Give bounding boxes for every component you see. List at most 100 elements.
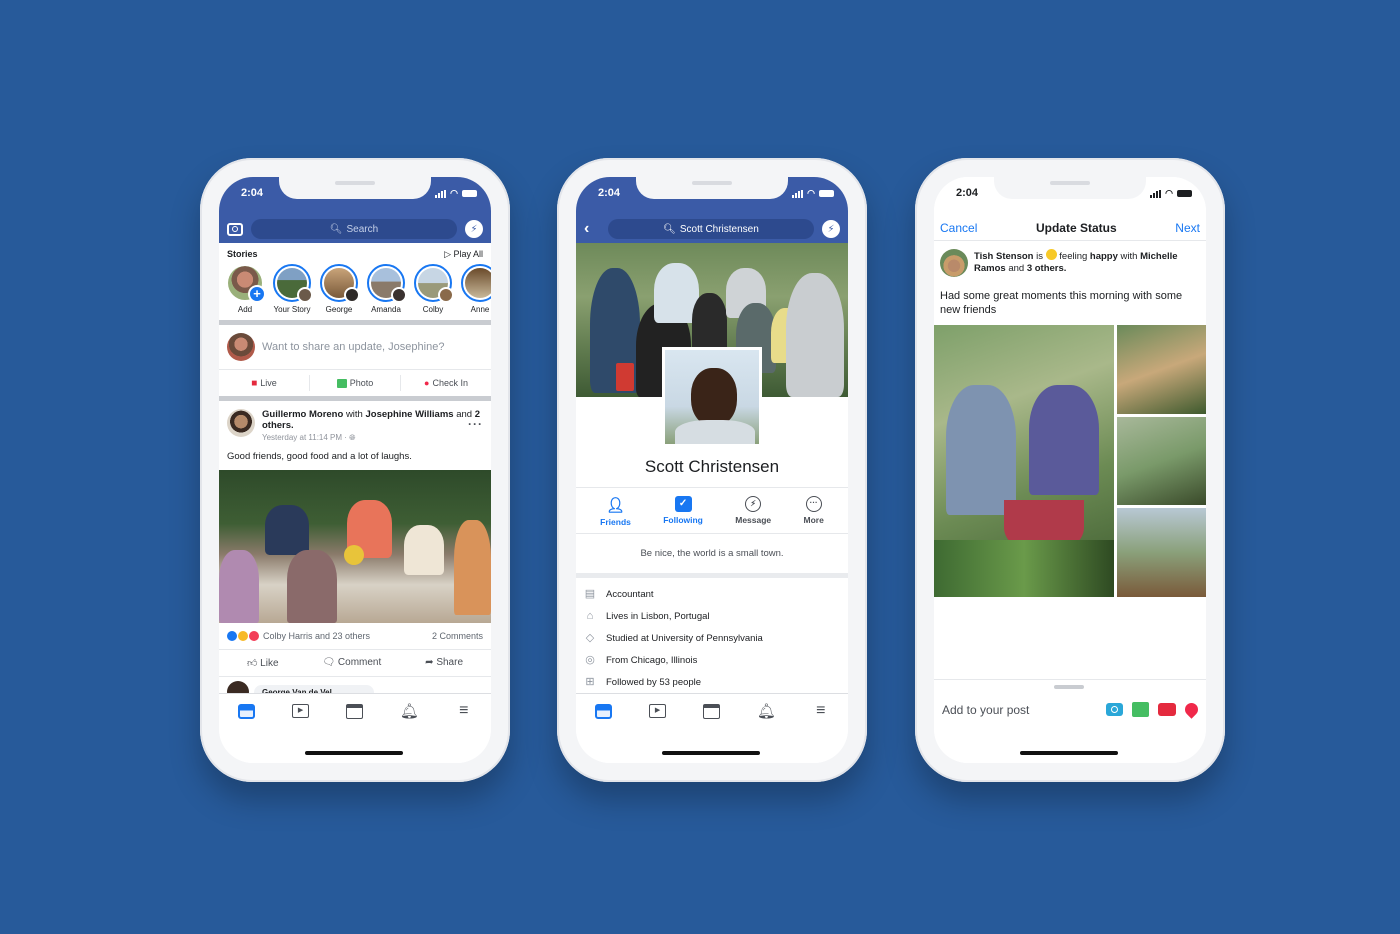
phone-feed: 2:04 ◠ 🔍︎ Search ⚡︎ Stories ▷ Play All + Ad… (200, 158, 510, 782)
live-button[interactable]: ■ Live (219, 375, 310, 391)
search-placeholder: Search (346, 223, 379, 235)
messenger-icon: ⚡︎ (745, 496, 762, 512)
post-photo[interactable] (219, 470, 491, 623)
messenger-icon[interactable]: ⚡︎ (465, 220, 483, 238)
story-item[interactable]: Amanda (366, 264, 407, 314)
share-button[interactable]: ➦ Share (425, 657, 463, 669)
search-input[interactable]: 🔍︎ Scott Christensen (608, 219, 814, 239)
photo-icon[interactable] (1132, 702, 1149, 717)
story-item[interactable]: George (319, 264, 360, 314)
watch-icon: ▶ (649, 704, 667, 718)
story-item[interactable]: Anne (460, 264, 491, 314)
tab-marketplace[interactable] (702, 702, 722, 720)
story-item[interactable]: + Add (225, 264, 266, 314)
next-button[interactable]: Next (1175, 221, 1200, 235)
info-item-work: ▤ Accountant (584, 588, 654, 600)
update-status-header: Cancel Update Status Next (934, 215, 1206, 241)
like-button[interactable]: 👍︎ Like (247, 657, 279, 669)
following-check-icon: ✓ (674, 496, 692, 512)
add-to-post-label: Add to your post (942, 702, 1030, 717)
tab-notifications[interactable]: 🔔︎ (399, 702, 419, 720)
tagged-others[interactable]: 3 others. (1027, 263, 1067, 274)
stories-label: Stories (227, 249, 258, 259)
back-icon[interactable]: ‹ (584, 220, 600, 238)
live-video-icon: ■ (251, 377, 258, 389)
live-video-icon[interactable] (1158, 703, 1176, 716)
post-author: Tish Stenson (974, 251, 1034, 262)
tab-marketplace[interactable] (345, 702, 365, 720)
tab-notifications[interactable]: 🔔︎ (756, 702, 776, 720)
more-options-icon[interactable]: ··· (468, 417, 483, 431)
post-author[interactable]: Guillermo Moreno (262, 409, 343, 420)
tab-news-feed[interactable] (236, 702, 256, 720)
watch-icon: ▶ (292, 704, 310, 718)
battery-icon (462, 190, 477, 197)
photo-thumb[interactable] (1117, 416, 1206, 506)
play-all-button[interactable]: ▷ Play All (444, 249, 483, 260)
tagged-user[interactable]: Josephine Williams (365, 409, 453, 420)
story-item[interactable]: Your Story (272, 264, 313, 314)
friends-button[interactable]: 👤︎ Friends (600, 496, 631, 527)
phone-profile: 2:04 ◠ ‹ 🔍︎ Scott Christensen ⚡︎ Scott C… (557, 158, 867, 782)
camera-icon[interactable] (1106, 703, 1123, 716)
notch (279, 177, 431, 199)
comment-button[interactable]: 🗨︎ Comment (322, 657, 381, 669)
photo-thumb[interactable] (1117, 325, 1206, 414)
globe-icon: 🌐︎ (349, 433, 356, 442)
info-item-hometown: ◎ From Chicago, Illinois (585, 654, 698, 666)
avatar[interactable] (227, 409, 255, 437)
tab-menu[interactable]: ≡ (811, 702, 831, 720)
tab-news-feed[interactable] (593, 702, 613, 720)
search-value: Scott Christensen (679, 223, 759, 235)
comment-icon: 🗨︎ (322, 657, 336, 668)
status-text-input[interactable]: Had some great moments this morning with… (934, 285, 1206, 325)
notch (994, 177, 1146, 199)
photo-icon (336, 378, 347, 388)
composer-input[interactable]: Want to share an update, Josephine? (219, 325, 491, 370)
briefcase-icon: ▤ (584, 588, 596, 600)
feed-screen: 2:04 ◠ 🔍︎ Search ⚡︎ Stories ▷ Play All + Ad… (219, 177, 491, 763)
check-in-button[interactable]: ● Check In (401, 375, 491, 391)
signal-icon (435, 189, 447, 198)
bell-icon: 🔔︎ (399, 703, 419, 720)
composer-placeholder: Want to share an update, Josephine? (262, 341, 445, 353)
drag-handle[interactable] (1054, 685, 1084, 689)
stories-row[interactable]: + Add Your Story George Amanda Colby Anne (219, 264, 491, 314)
feed-post: Guillermo Moreno with Josephine Williams… (219, 401, 491, 707)
page-title: Update Status (1035, 220, 1117, 235)
cancel-button[interactable]: Cancel (940, 221, 977, 235)
messenger-icon[interactable]: ⚡︎ (822, 220, 840, 238)
camera-icon[interactable] (227, 222, 243, 236)
home-indicator (305, 751, 403, 755)
info-item-followers[interactable]: ⊞ Followed by 53 people (576, 671, 848, 693)
story-item[interactable]: Colby (413, 264, 454, 314)
status-time: 2:04 (241, 187, 264, 199)
tab-watch[interactable]: ▶ (291, 702, 311, 720)
thumbs-up-icon: 👍︎ (246, 658, 258, 669)
profile-screen: 2:04 ◠ ‹ 🔍︎ Scott Christensen ⚡︎ Scott C… (576, 177, 848, 763)
battery-icon (819, 190, 834, 197)
info-item-education: ◇ Studied at University of Pennsylvania (585, 632, 763, 644)
profile-picture[interactable] (662, 347, 762, 447)
more-icon: ··· (805, 496, 822, 512)
photo-thumb[interactable] (1117, 508, 1206, 598)
like-reaction-icon (227, 631, 237, 641)
tab-watch[interactable]: ▶ (648, 702, 668, 720)
tab-menu[interactable]: ≡ (454, 702, 474, 720)
comments-count[interactable]: 2 Comments (432, 631, 483, 641)
more-button[interactable]: ··· More (804, 496, 824, 527)
photo-large[interactable] (934, 325, 1114, 597)
home-indicator (1020, 751, 1118, 755)
feeling-value[interactable]: happy (1090, 251, 1118, 262)
wifi-icon: ◠ (807, 188, 815, 198)
photo-button[interactable]: Photo (310, 375, 401, 391)
news-feed-icon (594, 703, 612, 719)
search-input[interactable]: 🔍︎ Search (251, 219, 457, 239)
marketplace-icon (346, 703, 364, 719)
reactions-summary[interactable]: Colby Harris and 23 others (227, 631, 370, 641)
status-time: 2:04 (598, 187, 621, 199)
following-button[interactable]: ✓ Following (663, 496, 703, 527)
tab-bar: ▶ 🔔︎ ≡ (219, 693, 491, 763)
message-button[interactable]: ⚡︎ Message (735, 496, 771, 527)
location-pin-icon[interactable] (1182, 700, 1201, 719)
